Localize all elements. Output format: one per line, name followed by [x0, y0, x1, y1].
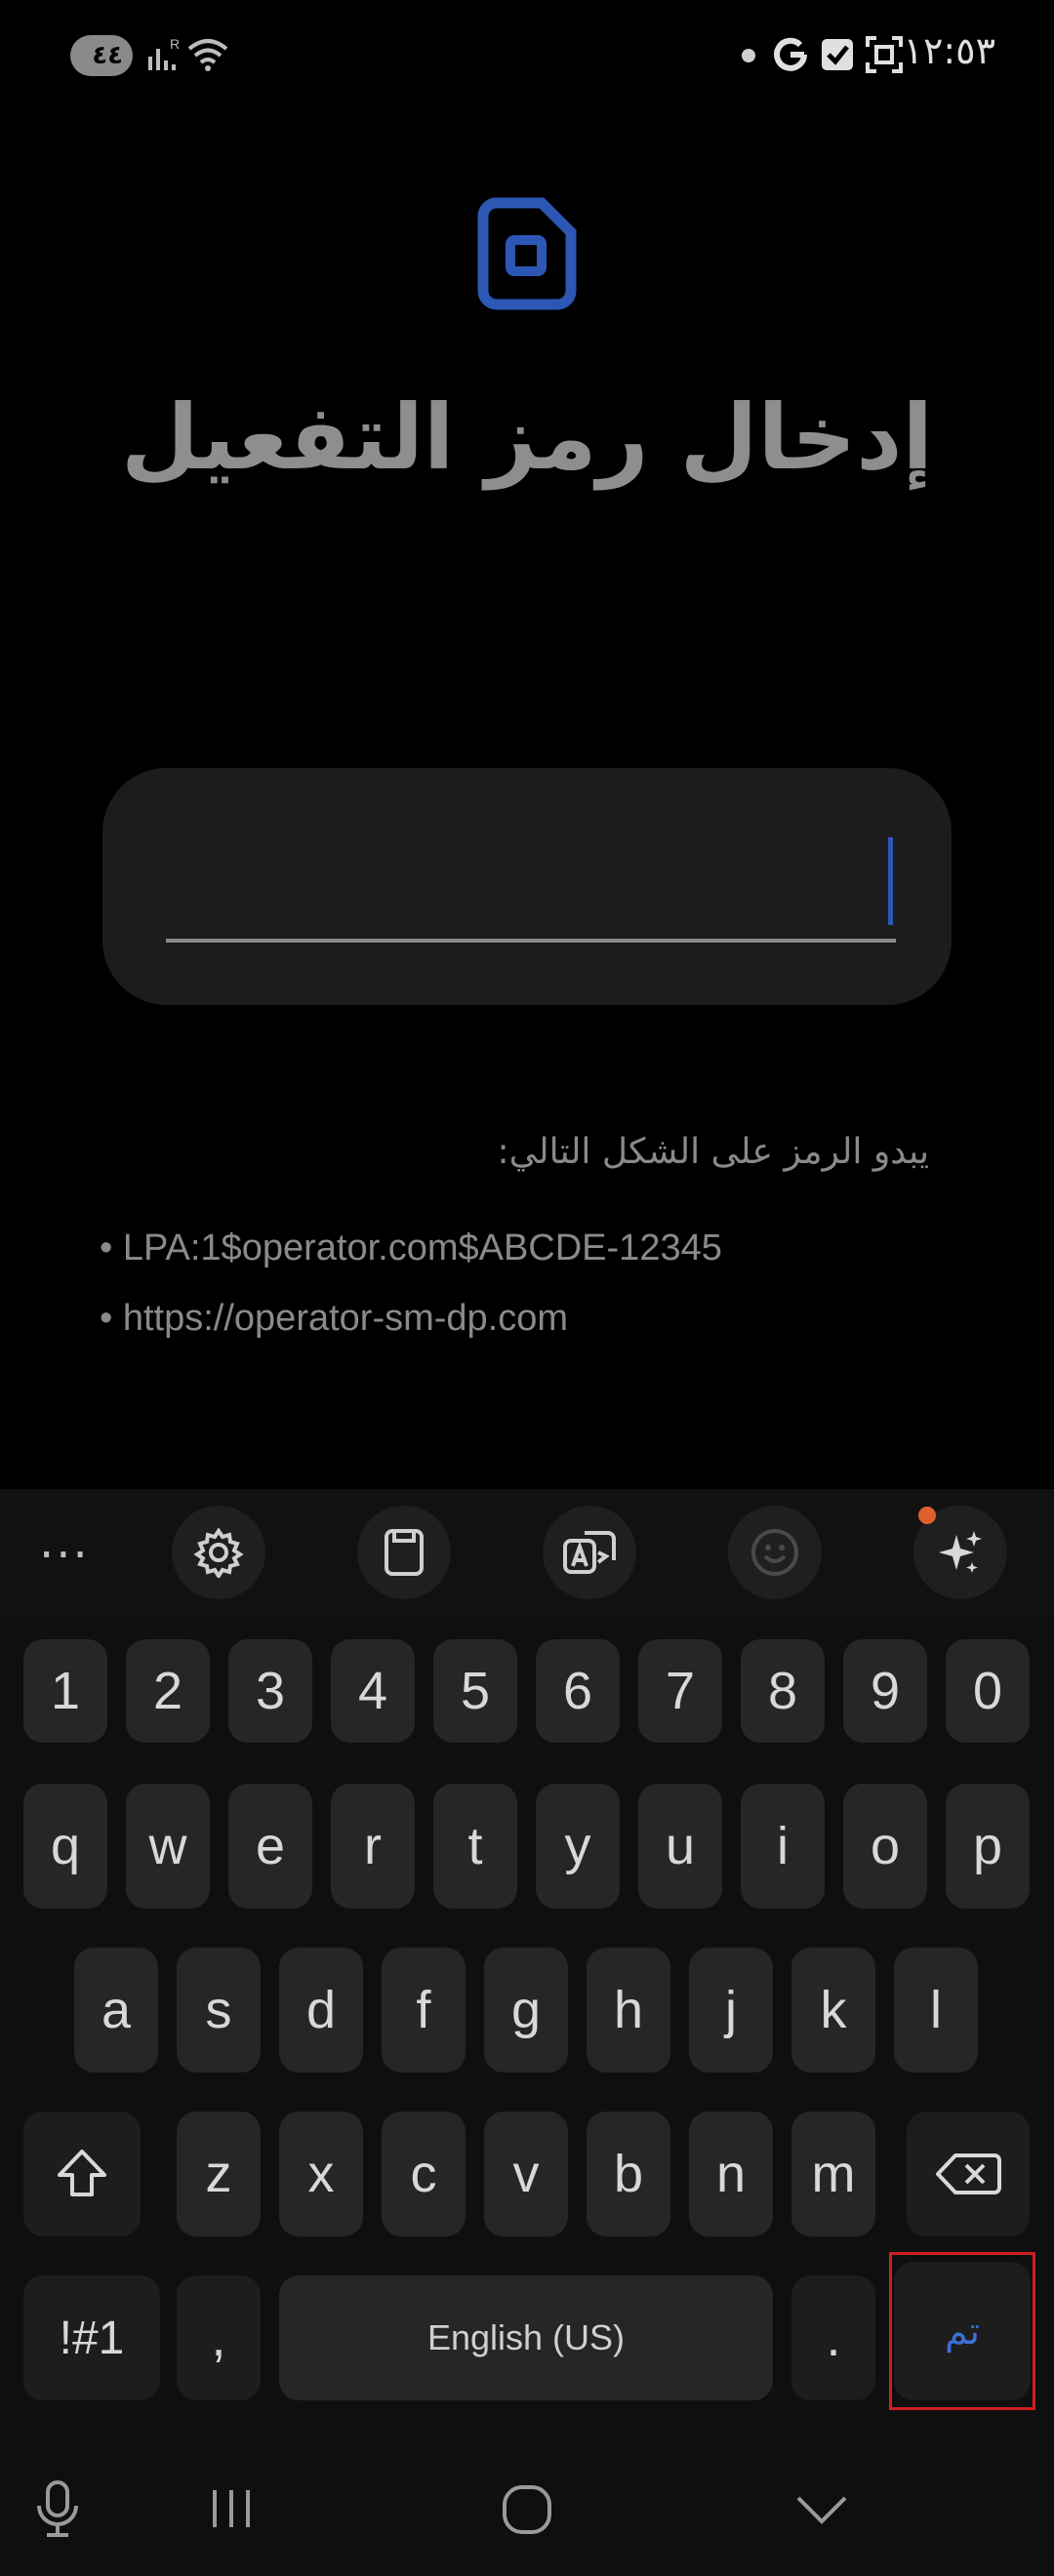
key-v[interactable]: v — [484, 2112, 568, 2236]
key-w[interactable]: w — [126, 1784, 210, 1909]
key-c[interactable]: c — [382, 2112, 466, 2236]
key-z[interactable]: z — [177, 2112, 261, 2236]
key-8[interactable]: 8 — [741, 1639, 825, 1743]
key-5[interactable]: 5 — [433, 1639, 517, 1743]
format-hint-label: يبدو الرمز على الشكل التالي: — [497, 1132, 929, 1172]
key-7[interactable]: 7 — [638, 1639, 722, 1743]
key-4[interactable]: 4 — [331, 1639, 415, 1743]
key-r[interactable]: r — [331, 1784, 415, 1909]
key-x[interactable]: x — [279, 2112, 363, 2236]
key-k[interactable]: k — [791, 1948, 875, 2073]
key-e[interactable]: e — [228, 1784, 312, 1909]
screenshot-icon — [865, 35, 904, 78]
hide-keyboard-icon[interactable] — [794, 2490, 849, 2533]
clock: ١٢:٥٣ — [903, 29, 995, 72]
home-icon[interactable] — [500, 2482, 554, 2541]
example-url: • https://operator-sm-dp.com — [100, 1298, 569, 1339]
key-1[interactable]: 1 — [23, 1639, 107, 1743]
keyboard-toolbar — [0, 1489, 1054, 1616]
key-m[interactable]: m — [791, 2112, 875, 2236]
key-b[interactable]: b — [587, 2112, 670, 2236]
google-icon — [771, 33, 810, 80]
space-key[interactable]: English (US) — [279, 2275, 773, 2400]
key-6[interactable]: 6 — [536, 1639, 620, 1743]
translate-icon[interactable] — [543, 1506, 636, 1599]
key-9[interactable]: 9 — [843, 1639, 927, 1743]
backspace-key[interactable] — [907, 2112, 1030, 2236]
key-g[interactable]: g — [484, 1948, 568, 2073]
key-a[interactable]: a — [74, 1948, 158, 2073]
key-p[interactable]: p — [946, 1784, 1030, 1909]
period-key[interactable]: . — [791, 2275, 875, 2400]
check-icon — [820, 35, 855, 78]
svg-text:R: R — [170, 36, 180, 52]
key-l[interactable]: l — [894, 1948, 978, 2073]
clipboard-icon[interactable] — [357, 1506, 451, 1599]
shift-icon — [58, 2150, 106, 2196]
key-u[interactable]: u — [638, 1784, 722, 1909]
notification-badge — [918, 1507, 936, 1524]
backspace-icon — [936, 2153, 1001, 2194]
more-icon[interactable]: ··· — [39, 1528, 90, 1583]
key-0[interactable]: 0 — [946, 1639, 1030, 1743]
key-j[interactable]: j — [689, 1948, 773, 2073]
key-f[interactable]: f — [382, 1948, 466, 2073]
key-3[interactable]: 3 — [228, 1639, 312, 1743]
key-q[interactable]: q — [23, 1784, 107, 1909]
text-cursor — [888, 837, 893, 925]
battery-pill: ٤٤ — [70, 35, 133, 76]
space-key-label: English (US) — [426, 2317, 626, 2357]
wifi-icon — [185, 35, 230, 78]
signal-icon: R — [146, 35, 185, 83]
page-title: إدخال رمز التفعيل — [120, 385, 934, 490]
settings-icon[interactable] — [172, 1506, 265, 1599]
sim-card-icon — [477, 197, 577, 310]
key-s[interactable]: s — [177, 1948, 261, 2073]
key-d[interactable]: d — [279, 1948, 363, 2073]
symbols-key[interactable]: !#1 — [23, 2275, 160, 2400]
comma-key[interactable]: , — [177, 2275, 261, 2400]
shift-key[interactable] — [23, 2112, 141, 2236]
status-bar: ٤٤ R ١٢:٥٣ — [0, 0, 1054, 107]
recents-icon[interactable] — [207, 2486, 256, 2535]
key-2[interactable]: 2 — [126, 1639, 210, 1743]
key-n[interactable]: n — [689, 2112, 773, 2236]
notification-dot-icon — [742, 49, 755, 62]
highlight-box — [889, 2252, 1035, 2410]
key-h[interactable]: h — [587, 1948, 670, 2073]
key-t[interactable]: t — [433, 1784, 517, 1909]
mic-icon[interactable] — [33, 2478, 82, 2545]
key-i[interactable]: i — [741, 1784, 825, 1909]
activation-code-input[interactable] — [166, 939, 896, 943]
battery-level: ٤٤ — [92, 41, 123, 70]
example-lpa: • LPA:1$operator.com$ABCDE-12345 — [100, 1228, 722, 1268]
activation-code-card — [102, 768, 952, 1005]
emoji-icon[interactable] — [728, 1506, 822, 1599]
key-y[interactable]: y — [536, 1784, 620, 1909]
key-o[interactable]: o — [843, 1784, 927, 1909]
